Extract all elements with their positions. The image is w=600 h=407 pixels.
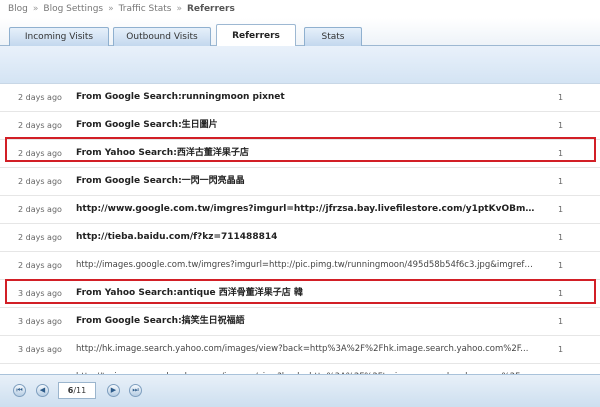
tab-incoming-visits[interactable]: Incoming Visits [9,27,109,46]
page-number-input[interactable]: 6/11 [58,382,96,399]
row-date: 2 days ago [18,205,62,214]
table-row[interactable]: 3 days ago From Google Search:搞笑生日祝福語 1 [0,308,600,336]
row-referrer: From Google Search:搞笑生日祝福語 [76,316,245,326]
row-referrer[interactable]: http://www.google.com.tw/imgres?imgurl=h… [76,196,536,223]
tab-stats[interactable]: Stats [304,27,362,46]
row-referrer: From Yahoo Search:antique 西洋骨董洋果子店 韓 [76,288,303,298]
breadcrumb-separator: » [176,4,182,14]
last-page-icon[interactable]: ⏭ [129,384,142,397]
row-referrer: From Yahoo Search:西洋古董洋果子店 [76,148,249,158]
row-date: 2 days ago [18,261,62,270]
breadcrumb-traffic-stats[interactable]: Traffic Stats [119,4,172,14]
row-count: 1 [558,345,564,354]
table-row[interactable]: 3 days ago From Yahoo Search:antique 西洋骨… [0,280,600,308]
row-referrer[interactable]: http://images.google.com.tw/imgres?imgur… [76,252,536,279]
row-referrer: From Google Search:一閃一閃亮晶晶 [76,176,245,186]
table-row[interactable]: 2 days ago From Google Search:一閃一閃亮晶晶 1 [0,168,600,196]
tab-bar: Incoming Visits Outbound Visits Referrer… [0,18,600,47]
row-date: 3 days ago [18,345,62,354]
table-row[interactable]: 2 days ago From Yahoo Search:西洋古董洋果子店 1 [0,140,600,168]
row-date: 3 days ago [18,317,62,326]
row-count: 1 [558,261,564,270]
list-header-bar [0,46,600,84]
row-date: 2 days ago [18,149,62,158]
breadcrumb-separator: » [32,4,39,14]
row-count: 1 [558,205,564,214]
row-referrer: From Google Search:生日圖片 [76,120,218,130]
referrer-list: 2 days ago From Google Search:runningmoo… [0,84,600,374]
row-count: 1 [558,93,564,102]
total-pages: /11 [73,386,87,395]
row-count: 1 [558,317,564,326]
first-page-icon[interactable]: ⏮ [13,384,26,397]
pagination-bar: ⏮ ◀ 6/11 ▶ ⏭ [0,374,600,407]
row-referrer: From Google Search:runningmoon pixnet [76,92,285,102]
breadcrumb-referrers: Referrers [187,4,235,14]
table-row[interactable]: 2 days ago http://tieba.baidu.com/f?kz=7… [0,224,600,252]
prev-page-icon[interactable]: ◀ [36,384,49,397]
row-count: 1 [558,233,564,242]
table-row[interactable]: 2 days ago From Google Search:runningmoo… [0,84,600,112]
row-date: 2 days ago [18,177,62,186]
row-referrer[interactable]: http://hk.image.search.yahoo.com/images/… [76,336,536,363]
row-date: 2 days ago [18,121,62,130]
row-date: 3 days ago [18,289,62,298]
row-referrer[interactable]: http://tieba.baidu.com/f?kz=711488814 [76,224,536,251]
next-page-icon[interactable]: ▶ [107,384,120,397]
breadcrumb: Blog » Blog Settings » Traffic Stats » R… [0,0,600,18]
tab-outbound-visits[interactable]: Outbound Visits [113,27,211,46]
table-row[interactable]: 2 days ago http://www.google.com.tw/imgr… [0,196,600,224]
row-date: 2 days ago [18,93,62,102]
table-row[interactable]: 2 days ago From Google Search:生日圖片 1 [0,112,600,140]
table-row[interactable]: 2 days ago http://images.google.com.tw/i… [0,252,600,280]
table-row[interactable]: http://tw.image.search.yahoo.com/images/… [0,364,600,374]
row-count: 1 [558,177,564,186]
row-date: 2 days ago [18,233,62,242]
row-count: 1 [558,364,563,374]
tab-referrers[interactable]: Referrers [216,24,296,47]
row-count: 1 [558,121,564,130]
row-referrer[interactable]: http://tw.image.search.yahoo.com/images/… [76,364,536,374]
row-count: 1 [558,149,564,158]
breadcrumb-separator: » [108,4,114,14]
row-count: 1 [558,289,564,298]
breadcrumb-blog[interactable]: Blog [8,4,28,14]
table-row[interactable]: 3 days ago http://hk.image.search.yahoo.… [0,336,600,364]
breadcrumb-blog-settings[interactable]: Blog Settings [43,4,103,14]
